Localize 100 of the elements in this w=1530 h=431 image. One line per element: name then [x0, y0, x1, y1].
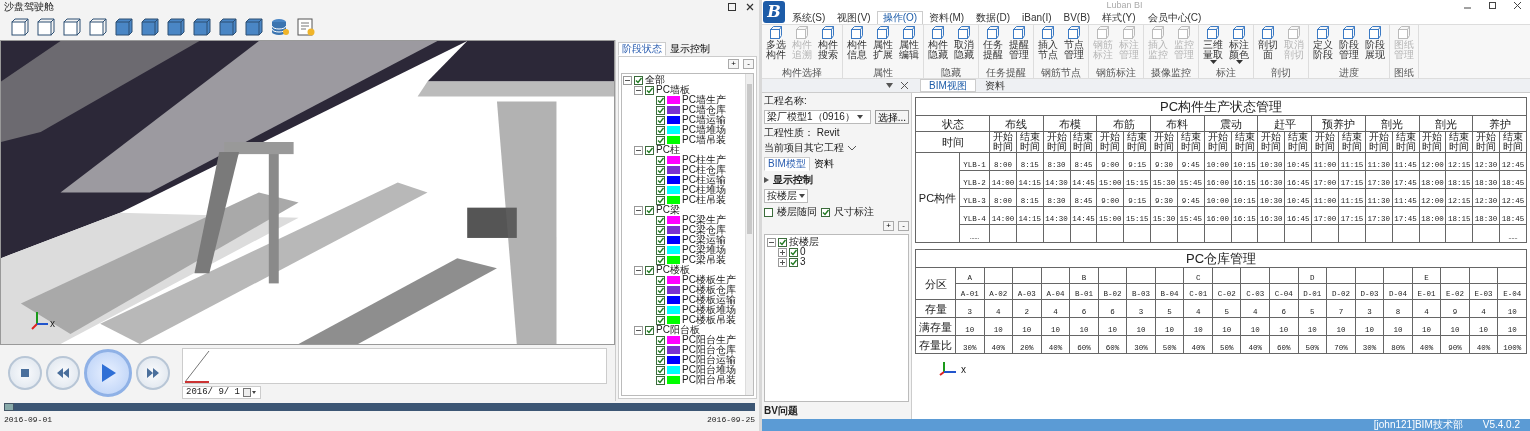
close-button[interactable]: [901, 82, 908, 89]
tree-item-label[interactable]: PC墙生产: [682, 95, 726, 105]
database-icon[interactable]: [270, 17, 290, 37]
tree-item-label[interactable]: PC梁吊装: [682, 255, 726, 265]
calendar-icon[interactable]: [243, 387, 257, 397]
tree-item-label[interactable]: PC墙运输: [682, 115, 726, 125]
view-cube-icon[interactable]: [10, 17, 30, 37]
checkbox[interactable]: [656, 315, 665, 325]
checkbox[interactable]: [656, 95, 665, 105]
fast-forward-button[interactable]: [136, 356, 170, 390]
tree-item-label[interactable]: PC梁: [656, 205, 680, 215]
ribbon-button[interactable]: 构件信息: [845, 25, 869, 67]
checkbox[interactable]: [645, 205, 654, 215]
checkbox[interactable]: [656, 155, 665, 165]
checkbox[interactable]: [645, 265, 654, 275]
tree-item-label[interactable]: PC阳台板: [656, 325, 700, 335]
close-button[interactable]: [1513, 1, 1522, 10]
view-cube-icon[interactable]: [244, 17, 264, 37]
play-button[interactable]: [84, 349, 132, 397]
tree-item-label[interactable]: PC梁仓库: [682, 225, 726, 235]
panel-tab[interactable]: 阶段状态: [618, 42, 666, 56]
caret-icon[interactable]: [886, 83, 893, 88]
checkbox[interactable]: [656, 235, 665, 245]
ribbon-button[interactable]: 属性编辑: [897, 25, 921, 67]
checkbox[interactable]: [656, 105, 665, 115]
tree-item-label[interactable]: PC阳台吊装: [682, 375, 736, 385]
checkbox[interactable]: [656, 345, 665, 355]
checkbox-label[interactable]: 尺寸标注: [834, 206, 874, 218]
footer-tab[interactable]: BV问题: [764, 405, 909, 417]
tree-item-label[interactable]: 按楼层: [789, 237, 819, 247]
expand-arrow-icon[interactable]: [764, 177, 769, 183]
ribbon-button[interactable]: 剖切面: [1256, 25, 1280, 67]
collapse-toggle[interactable]: [767, 237, 776, 247]
checkbox[interactable]: [778, 237, 787, 247]
tree-item-label[interactable]: PC梁运输: [682, 235, 726, 245]
ribbon-button[interactable]: 三维量取: [1201, 25, 1225, 67]
checkbox[interactable]: [656, 255, 665, 265]
checkbox[interactable]: [656, 225, 665, 235]
date-picker[interactable]: 2016/ 9/ 1: [182, 386, 261, 399]
tree-item-label[interactable]: PC柱堆场: [682, 185, 726, 195]
tree-item-label[interactable]: PC阳台生产: [682, 335, 736, 345]
ribbon-button[interactable]: 提醒管理: [1007, 25, 1031, 67]
menu-tab[interactable]: 视图(V): [831, 11, 877, 24]
menu-tab[interactable]: 数据(D): [970, 11, 1017, 24]
view-cube-icon[interactable]: [114, 17, 134, 37]
panel-tab[interactable]: 显示控制: [666, 42, 714, 56]
ribbon-button[interactable]: 构件搜索: [816, 25, 840, 67]
ribbon-button[interactable]: 构件隐藏: [926, 25, 950, 67]
expand-toggle[interactable]: [778, 247, 787, 257]
remove-button[interactable]: -: [743, 59, 754, 69]
checkbox[interactable]: [656, 165, 665, 175]
checkbox[interactable]: [656, 295, 665, 305]
panel-tab[interactable]: BIM模型: [764, 157, 810, 171]
view-cube-icon[interactable]: [166, 17, 186, 37]
collapse-toggle[interactable]: [634, 145, 643, 155]
tree-item-label[interactable]: PC梁堆场: [682, 245, 726, 255]
checkbox[interactable]: [656, 355, 665, 365]
checkbox[interactable]: [656, 375, 665, 385]
panel-tab[interactable]: 资料: [809, 157, 838, 171]
checkbox[interactable]: [634, 75, 643, 85]
checkbox[interactable]: [656, 275, 665, 285]
checkbox[interactable]: [645, 85, 654, 95]
tree-item-label[interactable]: PC楼板堆场: [682, 305, 736, 315]
tree-item-label[interactable]: PC阳台仓库: [682, 345, 736, 355]
tree-item-label[interactable]: PC阳台堆场: [682, 365, 736, 375]
stop-button[interactable]: [8, 356, 42, 390]
checkbox[interactable]: [656, 125, 665, 135]
slider-thumb[interactable]: [4, 403, 14, 411]
other-projects-link[interactable]: 当前项目其它工程: [764, 142, 844, 154]
tree-item-label[interactable]: 0: [800, 247, 806, 257]
menu-tab[interactable]: 系统(S): [786, 11, 832, 24]
checkbox[interactable]: [821, 207, 830, 217]
checkbox[interactable]: [656, 175, 665, 185]
tree-item-label[interactable]: PC柱吊装: [682, 195, 726, 205]
tree-item-label[interactable]: PC墙仓库: [682, 105, 726, 115]
collapse-toggle[interactable]: [623, 75, 632, 85]
tree-item-label[interactable]: PC柱: [656, 145, 680, 155]
view-cube-icon[interactable]: [140, 17, 160, 37]
ribbon-button[interactable]: 任务提醒: [981, 25, 1005, 67]
collapse-toggle[interactable]: [634, 325, 643, 335]
menu-tab[interactable]: 会员中心(C): [1141, 11, 1208, 24]
view-cube-icon[interactable]: [192, 17, 212, 37]
tree-item-label[interactable]: PC柱运输: [682, 175, 726, 185]
tree-item-label[interactable]: PC墙吊装: [682, 135, 726, 145]
ribbon-button[interactable]: 阶段展现: [1363, 25, 1387, 67]
collapse-toggle[interactable]: [634, 85, 643, 95]
tree-item-label[interactable]: PC墙板: [656, 85, 690, 95]
checkbox[interactable]: [789, 247, 798, 257]
ribbon-button[interactable]: 阶段管理: [1337, 25, 1361, 67]
timeline-slider[interactable]: [4, 403, 755, 411]
checkbox[interactable]: [656, 185, 665, 195]
checkbox[interactable]: [656, 285, 665, 295]
checkbox[interactable]: [656, 195, 665, 205]
ribbon-button[interactable]: 定义阶段: [1311, 25, 1335, 67]
tree-item-label[interactable]: PC楼板: [656, 265, 690, 275]
chevron-icon[interactable]: [848, 145, 856, 151]
tree-item-label[interactable]: 全部: [645, 75, 665, 85]
ribbon-button[interactable]: 多选构件: [764, 25, 788, 67]
tree-item-label[interactable]: PC楼板吊装: [682, 315, 736, 325]
ribbon-button[interactable]: 属性扩展: [871, 25, 895, 67]
